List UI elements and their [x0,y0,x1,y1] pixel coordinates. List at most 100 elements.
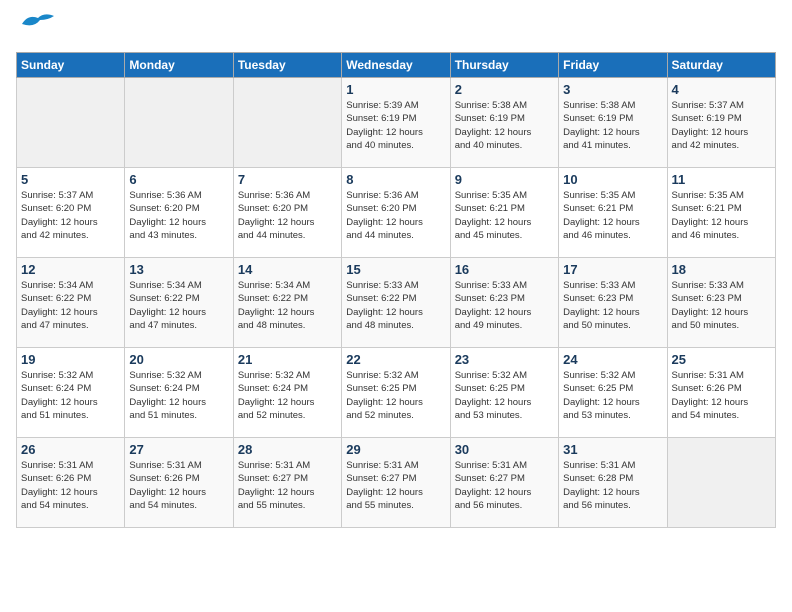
calendar-cell: 27 Sunrise: 5:31 AM Sunset: 6:26 PM Dayli… [125,438,233,528]
day-number: 28 [238,442,337,457]
calendar-cell: 12Sunrise: 5:34 AM Sunset: 6:22 PM Dayli… [17,258,125,348]
calendar-cell: 14 Sunrise: 5:34 AM Sunset: 6:22 PM Dayli… [233,258,341,348]
calendar-cell: 28 Sunrise: 5:31 AM Sunset: 6:27 PM Dayli… [233,438,341,528]
calendar-cell: 31 Sunrise: 5:31 AM Sunset: 6:28 PM Dayli… [559,438,667,528]
day-number: 6 [129,172,228,187]
day-number: 13 [129,262,228,277]
day-number: 10 [563,172,662,187]
day-info: Sunrise: 5:31 AM Sunset: 6:28 PM Dayligh… [563,459,662,512]
day-number: 3 [563,82,662,97]
day-info: Sunrise: 5:36 AM Sunset: 6:20 PM Dayligh… [129,189,228,242]
day-info: Sunrise: 5:31 AM Sunset: 6:26 PM Dayligh… [129,459,228,512]
day-header-thursday: Thursday [450,53,558,78]
day-number: 17 [563,262,662,277]
day-info: Sunrise: 5:31 AM Sunset: 6:27 PM Dayligh… [455,459,554,512]
calendar-cell: 2Sunrise: 5:38 AM Sunset: 6:19 PM Daylig… [450,78,558,168]
day-number: 27 [129,442,228,457]
page-header [16,16,776,40]
calendar-cell: 8Sunrise: 5:36 AM Sunset: 6:20 PM Daylig… [342,168,450,258]
day-info: Sunrise: 5:36 AM Sunset: 6:20 PM Dayligh… [238,189,337,242]
day-info: Sunrise: 5:35 AM Sunset: 6:21 PM Dayligh… [672,189,771,242]
calendar-cell [125,78,233,168]
day-header-saturday: Saturday [667,53,775,78]
day-info: Sunrise: 5:31 AM Sunset: 6:27 PM Dayligh… [238,459,337,512]
calendar-header-row: SundayMondayTuesdayWednesdayThursdayFrid… [17,53,776,78]
day-header-tuesday: Tuesday [233,53,341,78]
day-number: 22 [346,352,445,367]
day-number: 12 [21,262,120,277]
day-info: Sunrise: 5:34 AM Sunset: 6:22 PM Dayligh… [129,279,228,332]
day-number: 15 [346,262,445,277]
day-number: 20 [129,352,228,367]
calendar-cell: 5Sunrise: 5:37 AM Sunset: 6:20 PM Daylig… [17,168,125,258]
calendar-cell: 30 Sunrise: 5:31 AM Sunset: 6:27 PM Dayli… [450,438,558,528]
calendar-week-row: 1 Sunrise: 5:39 AM Sunset: 6:19 PM Daylig… [17,78,776,168]
day-info: Sunrise: 5:33 AM Sunset: 6:23 PM Dayligh… [563,279,662,332]
day-info: Sunrise: 5:38 AM Sunset: 6:19 PM Dayligh… [563,99,662,152]
day-number: 11 [672,172,771,187]
day-info: Sunrise: 5:32 AM Sunset: 6:25 PM Dayligh… [455,369,554,422]
day-number: 26 [21,442,120,457]
day-info: Sunrise: 5:32 AM Sunset: 6:24 PM Dayligh… [129,369,228,422]
day-number: 31 [563,442,662,457]
day-number: 23 [455,352,554,367]
day-info: Sunrise: 5:32 AM Sunset: 6:24 PM Dayligh… [21,369,120,422]
day-number: 9 [455,172,554,187]
calendar-cell: 6 Sunrise: 5:36 AM Sunset: 6:20 PM Daylig… [125,168,233,258]
day-number: 21 [238,352,337,367]
calendar-cell: 16 Sunrise: 5:33 AM Sunset: 6:23 PM Dayli… [450,258,558,348]
calendar-cell: 19 Sunrise: 5:32 AM Sunset: 6:24 PM Dayli… [17,348,125,438]
day-header-wednesday: Wednesday [342,53,450,78]
day-number: 4 [672,82,771,97]
calendar-cell: 10 Sunrise: 5:35 AM Sunset: 6:21 PM Dayli… [559,168,667,258]
day-number: 30 [455,442,554,457]
day-number: 7 [238,172,337,187]
day-number: 16 [455,262,554,277]
calendar-cell: 17 Sunrise: 5:33 AM Sunset: 6:23 PM Dayli… [559,258,667,348]
calendar-cell: 4 Sunrise: 5:37 AM Sunset: 6:19 PM Daylig… [667,78,775,168]
day-info: Sunrise: 5:35 AM Sunset: 6:21 PM Dayligh… [563,189,662,242]
day-info: Sunrise: 5:33 AM Sunset: 6:22 PM Dayligh… [346,279,445,332]
calendar-cell: 11 Sunrise: 5:35 AM Sunset: 6:21 PM Dayli… [667,168,775,258]
calendar-cell: 9 Sunrise: 5:35 AM Sunset: 6:21 PM Daylig… [450,168,558,258]
calendar-table: SundayMondayTuesdayWednesdayThursdayFrid… [16,52,776,528]
day-header-sunday: Sunday [17,53,125,78]
day-info: Sunrise: 5:31 AM Sunset: 6:26 PM Dayligh… [21,459,120,512]
calendar-cell: 13 Sunrise: 5:34 AM Sunset: 6:22 PM Dayli… [125,258,233,348]
day-info: Sunrise: 5:37 AM Sunset: 6:19 PM Dayligh… [672,99,771,152]
day-info: Sunrise: 5:35 AM Sunset: 6:21 PM Dayligh… [455,189,554,242]
calendar-cell: 7 Sunrise: 5:36 AM Sunset: 6:20 PM Daylig… [233,168,341,258]
day-info: Sunrise: 5:34 AM Sunset: 6:22 PM Dayligh… [238,279,337,332]
day-number: 14 [238,262,337,277]
logo-bird-icon [20,10,56,34]
day-info: Sunrise: 5:33 AM Sunset: 6:23 PM Dayligh… [455,279,554,332]
calendar-cell: 24Sunrise: 5:32 AM Sunset: 6:25 PM Dayli… [559,348,667,438]
day-header-monday: Monday [125,53,233,78]
day-number: 1 [346,82,445,97]
calendar-cell: 15 Sunrise: 5:33 AM Sunset: 6:22 PM Dayli… [342,258,450,348]
day-info: Sunrise: 5:32 AM Sunset: 6:25 PM Dayligh… [346,369,445,422]
calendar-cell [667,438,775,528]
calendar-cell: 21Sunrise: 5:32 AM Sunset: 6:24 PM Dayli… [233,348,341,438]
day-number: 19 [21,352,120,367]
calendar-week-row: 19 Sunrise: 5:32 AM Sunset: 6:24 PM Dayli… [17,348,776,438]
calendar-week-row: 26 Sunrise: 5:31 AM Sunset: 6:26 PM Dayli… [17,438,776,528]
calendar-cell: 18Sunrise: 5:33 AM Sunset: 6:23 PM Dayli… [667,258,775,348]
calendar-cell [17,78,125,168]
day-info: Sunrise: 5:33 AM Sunset: 6:23 PM Dayligh… [672,279,771,332]
day-info: Sunrise: 5:37 AM Sunset: 6:20 PM Dayligh… [21,189,120,242]
calendar-cell: 26 Sunrise: 5:31 AM Sunset: 6:26 PM Dayli… [17,438,125,528]
day-info: Sunrise: 5:32 AM Sunset: 6:25 PM Dayligh… [563,369,662,422]
day-info: Sunrise: 5:31 AM Sunset: 6:27 PM Dayligh… [346,459,445,512]
calendar-cell: 1 Sunrise: 5:39 AM Sunset: 6:19 PM Daylig… [342,78,450,168]
day-info: Sunrise: 5:39 AM Sunset: 6:19 PM Dayligh… [346,99,445,152]
day-number: 25 [672,352,771,367]
calendar-cell: 29 Sunrise: 5:31 AM Sunset: 6:27 PM Dayli… [342,438,450,528]
day-number: 29 [346,442,445,457]
calendar-week-row: 12 Sunrise: 5:34 AM Sunset: 6:22 PM Dayli… [17,258,776,348]
logo [16,16,56,40]
day-info: Sunrise: 5:36 AM Sunset: 6:20 PM Dayligh… [346,189,445,242]
day-number: 2 [455,82,554,97]
day-info: Sunrise: 5:31 AM Sunset: 6:26 PM Dayligh… [672,369,771,422]
calendar-cell: 25 Sunrise: 5:31 AM Sunset: 6:26 PM Dayli… [667,348,775,438]
